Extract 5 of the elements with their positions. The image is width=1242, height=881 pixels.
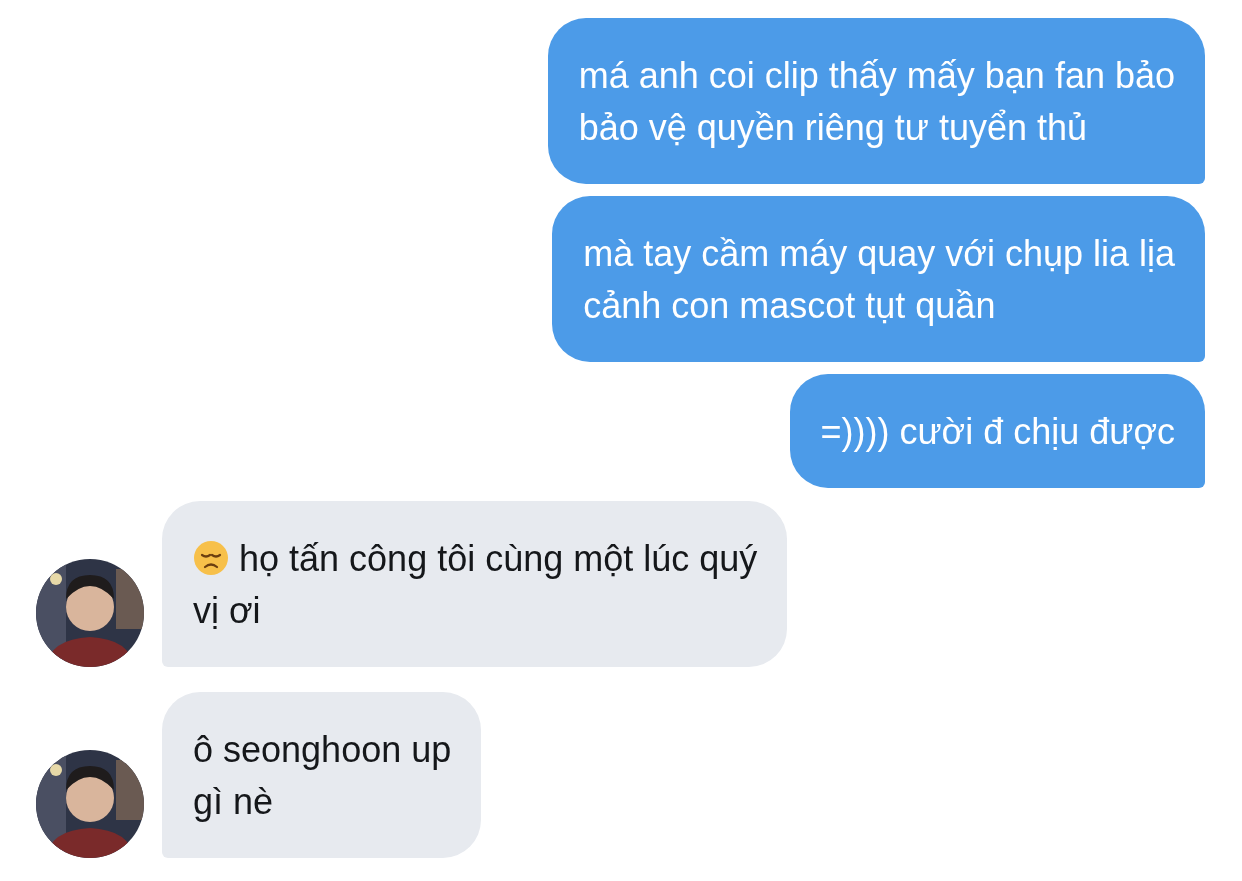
sent-message: má anh coi clip thấy mấy bạn fan bảo bảo vệ quyền riêng tư tuyển thủ [547,18,1205,184]
sent-message: mà tay cầm máy quay với chụp lia lịa cảnh con mascot tụt quần [552,196,1205,362]
received-message: họ tấn công tôi cùng một lúc quý vị ơi [162,501,788,667]
received-message: ô seonghoon up gì nè [162,692,482,858]
sent-message: =)))) cười đ chịu được [789,374,1205,488]
